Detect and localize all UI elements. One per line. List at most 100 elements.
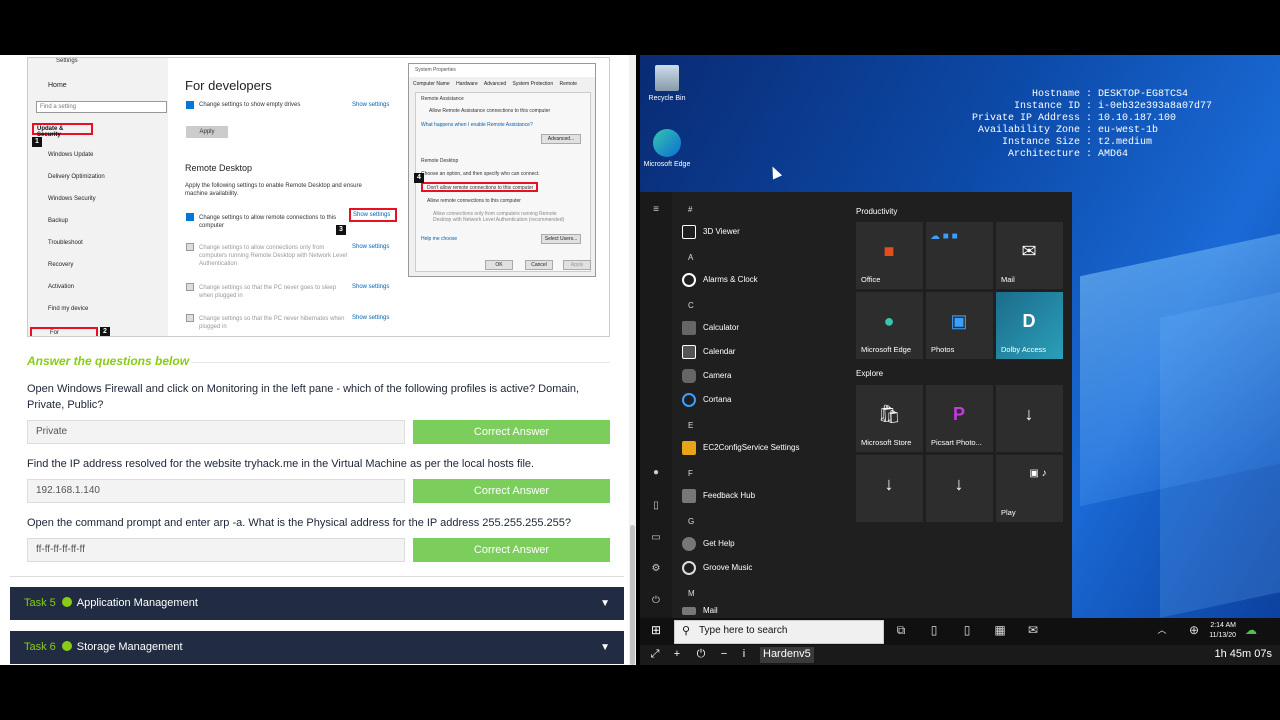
app-ec2config[interactable]: EC2ConfigService Settings — [682, 438, 800, 458]
edge-icon: ● — [883, 311, 895, 331]
app-label: Groove Music — [703, 563, 753, 572]
answer-input-2[interactable]: 192.168.1.140 — [27, 479, 405, 503]
tile-download[interactable]: ↓ — [926, 455, 993, 522]
tab-advanced: Advanced — [483, 81, 507, 87]
tile-download[interactable]: ↓ — [856, 455, 923, 522]
store-icon[interactable]: ▦ — [992, 623, 1008, 637]
user-icon[interactable]: ● — [649, 467, 663, 478]
app-cortana[interactable]: Cortana — [682, 390, 731, 410]
machine-name: Hardenv5 — [760, 647, 814, 663]
remote-desktop-view[interactable]: Recycle Bin Microsoft Edge Hostname : DE… — [640, 55, 1280, 665]
info-key: Instance ID — [1013, 101, 1080, 112]
app-calculator[interactable]: Calculator — [682, 318, 739, 338]
badge-4: 4 — [414, 173, 424, 183]
gear-icon[interactable]: ⚙ — [649, 563, 663, 574]
for-developers-item: For developers — [30, 327, 98, 336]
tile-office-apps[interactable]: ☁ ■ ■ — [926, 222, 993, 289]
letter-header[interactable]: # — [688, 205, 692, 214]
letter-header[interactable]: M — [688, 589, 695, 598]
clock-time: 2:14 AM — [1210, 622, 1236, 629]
nav-troubleshoot: Troubleshoot — [48, 240, 83, 246]
letter-header[interactable]: F — [688, 469, 693, 478]
info-key: Availability Zone — [977, 125, 1080, 136]
badge-1: 1 — [32, 137, 42, 147]
tile-download[interactable]: ↓ — [996, 385, 1063, 452]
task-5-header[interactable]: Task 5 Application Management ▼ — [10, 587, 624, 620]
scrollbar-thumb[interactable] — [630, 525, 635, 665]
expand-icon[interactable]: ⤢ — [648, 648, 662, 661]
app-3d-viewer[interactable]: 3D Viewer — [682, 222, 740, 242]
tile-store[interactable]: 🛍 Microsoft Store — [856, 385, 923, 452]
letter-header[interactable]: A — [688, 253, 693, 262]
correct-answer-button-2[interactable]: Correct Answer — [413, 479, 610, 503]
tile-play[interactable]: ▣ ♪ Play — [996, 455, 1063, 522]
app-camera[interactable]: Camera — [682, 366, 731, 386]
power-icon[interactable]: ⏻ — [694, 648, 708, 661]
home-item: Home — [48, 82, 67, 89]
app-mail[interactable]: Mail — [682, 604, 718, 618]
app-alarms-clock[interactable]: Alarms & Clock — [682, 270, 758, 290]
task-6-header[interactable]: Task 6 Storage Management ▼ — [10, 631, 624, 664]
minus-icon[interactable]: − — [717, 648, 731, 660]
letter-header[interactable]: C — [688, 301, 694, 310]
correct-answer-button-1[interactable]: Correct Answer — [413, 420, 610, 444]
nav-delivery-optimization: Delivery Optimization — [48, 174, 105, 180]
tile-label: Dolby Access — [1001, 345, 1047, 354]
plus-icon[interactable]: + — [670, 648, 684, 660]
file-icon[interactable]: ▯ — [926, 623, 942, 637]
download-icon: ↓ — [954, 474, 964, 494]
tile-office[interactable]: ■ Office — [856, 222, 923, 289]
correct-answer-button-3[interactable]: Correct Answer — [413, 538, 610, 562]
app-calendar[interactable]: Calendar — [682, 342, 735, 362]
office-apps-icon: ☁ ■ ■ — [930, 231, 958, 242]
letter-header[interactable]: G — [688, 517, 694, 526]
remote-desktop-heading: Remote Desktop — [185, 163, 253, 173]
start-rail: ≡ ● ▯ ▭ ⚙ ⏻ — [640, 192, 672, 618]
tile-photos[interactable]: ▣ Photos — [926, 292, 993, 359]
app-label: Alarms & Clock — [703, 275, 758, 284]
ra-allow: Allow Remote Assistance connections to t… — [429, 108, 551, 114]
info-icon[interactable]: i — [737, 648, 751, 660]
show-settings-link: Show settings — [352, 284, 390, 290]
hamburger-icon[interactable]: ≡ — [649, 204, 663, 215]
tile-dolby[interactable]: D Dolby Access — [996, 292, 1063, 359]
recycle-bin-desktop-icon[interactable]: Recycle Bin — [640, 65, 697, 103]
info-key: Instance Size — [1001, 137, 1080, 148]
notification-icon[interactable]: ☁ — [1243, 623, 1259, 637]
rd-hibernate-label: Change settings so that the PC never hib… — [199, 316, 345, 330]
app-groove-music[interactable]: Groove Music — [682, 558, 752, 578]
app-feedback-hub[interactable]: Feedback Hub — [682, 486, 755, 506]
tile-mail[interactable]: ✉ Mail — [996, 222, 1063, 289]
file-icon[interactable]: ▯ — [959, 623, 975, 637]
ra-help-link: What happens when I enable Remote Assist… — [421, 122, 533, 128]
network-icon[interactable]: ⊕ — [1186, 623, 1202, 637]
nav-windows-update: Windows Update — [48, 152, 94, 158]
windows-start-icon[interactable]: ⊞ — [648, 623, 664, 637]
tile-label: Play — [1001, 508, 1016, 517]
find-setting-field: Find a setting — [36, 101, 167, 113]
app-get-help[interactable]: Get Help — [682, 534, 735, 554]
letter-header[interactable]: E — [688, 421, 693, 430]
divider — [10, 576, 624, 577]
vm-control-bar: ⤢ + ⏻ − i Hardenv5 1h 45m 07s — [640, 645, 1280, 665]
mail-icon[interactable]: ✉ — [1025, 623, 1041, 637]
rd-sleep-label: Change settings so that the PC never goe… — [199, 285, 337, 299]
windows-wallpaper-logo — [1160, 292, 1280, 618]
documents-icon[interactable]: ▯ — [649, 500, 663, 511]
rd-header: Remote Desktop — [421, 158, 459, 164]
tile-picsart[interactable]: P Picsart Photo... — [926, 385, 993, 452]
edge-desktop-icon[interactable]: Microsoft Edge — [640, 129, 697, 169]
answer-input-1[interactable]: Private — [27, 420, 405, 444]
task-view-icon[interactable]: ⧉ — [893, 623, 909, 638]
pictures-icon[interactable]: ▭ — [649, 532, 663, 543]
group-productivity: Productivity — [856, 207, 898, 216]
taskbar-search[interactable]: ⚲ Type here to search — [674, 620, 884, 644]
scrollbar[interactable] — [629, 55, 636, 665]
taskbar-clock[interactable]: 2:14 AM 11/13/20 — [1206, 621, 1236, 641]
chevron-up-icon[interactable]: ︿ — [1154, 623, 1170, 636]
power-icon[interactable]: ⏻ — [649, 595, 663, 606]
download-icon: ↓ — [884, 474, 894, 494]
app-label: 3D Viewer — [703, 227, 740, 236]
answer-input-3[interactable]: ff-ff-ff-ff-ff-ff — [27, 538, 405, 562]
tile-edge[interactable]: ● Microsoft Edge — [856, 292, 923, 359]
